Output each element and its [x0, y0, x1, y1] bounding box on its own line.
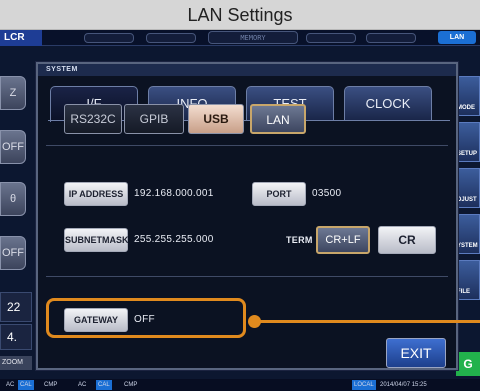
bg-memory-label: MEMORY: [208, 31, 298, 44]
term-crlf-button[interactable]: CR+LF: [316, 226, 370, 254]
interface-usb-button[interactable]: USB: [188, 104, 244, 134]
bg-status-item: AC: [6, 382, 15, 388]
divider: [46, 145, 448, 146]
bg-status-item: CAL: [96, 380, 112, 390]
subnet-mask-button[interactable]: SUBNETMASK: [64, 228, 129, 252]
tab-clock[interactable]: CLOCK: [344, 86, 432, 120]
bg-status-pill: [366, 33, 416, 43]
bg-left-button-off: OFF: [0, 130, 26, 164]
bg-status-item: LOCAL: [352, 380, 376, 390]
bg-status-pill: [84, 33, 134, 43]
dialog-title: SYSTEM: [38, 64, 456, 76]
callout-leader-line: [258, 320, 480, 323]
bg-status-item: CAL: [18, 380, 34, 390]
bg-left-button-off: OFF: [0, 236, 26, 270]
bg-status-item: AC: [78, 382, 87, 388]
port-button[interactable]: PORT: [252, 182, 306, 206]
exit-button[interactable]: EXIT: [386, 338, 446, 368]
bg-lan-indicator: LAN: [438, 31, 476, 44]
subnet-mask-value: 255.255.255.000: [134, 234, 214, 245]
interface-lan-button[interactable]: LAN: [250, 104, 306, 134]
bg-left-button-z: Z: [0, 76, 26, 110]
port-value: 03500: [312, 188, 342, 199]
bg-readout: 4.: [0, 324, 32, 350]
interface-gpib-button[interactable]: GPIB: [124, 104, 184, 134]
page-title: LAN Settings: [0, 0, 480, 30]
ip-address-value: 192.168.000.001: [134, 188, 214, 199]
instrument-screen: LCR MEMORY LAN Z OFF θ OFF MODE SETUP DJ…: [0, 30, 480, 391]
ip-address-button[interactable]: IP ADDRESS: [64, 182, 128, 206]
bg-status-item: CMP: [44, 382, 58, 388]
term-label: TERM: [286, 235, 313, 245]
bg-left-button-theta: θ: [0, 182, 26, 216]
bg-status-pill: [306, 33, 356, 43]
bg-lcr-tab: LCR: [0, 30, 42, 46]
bg-green-indicator: G: [456, 352, 480, 376]
bg-status-item: 2014/04/07 15:25: [380, 382, 427, 388]
term-cr-button[interactable]: CR: [378, 226, 436, 254]
bg-readout: 22: [0, 292, 32, 322]
bg-status-item: CMP: [124, 382, 138, 388]
interface-rs232c-button[interactable]: RS232C: [64, 104, 122, 134]
divider: [46, 276, 448, 277]
bg-status-pill: [146, 33, 196, 43]
bg-zoom-label: ZOOM: [0, 356, 32, 370]
gateway-highlight-callout: [46, 298, 246, 338]
